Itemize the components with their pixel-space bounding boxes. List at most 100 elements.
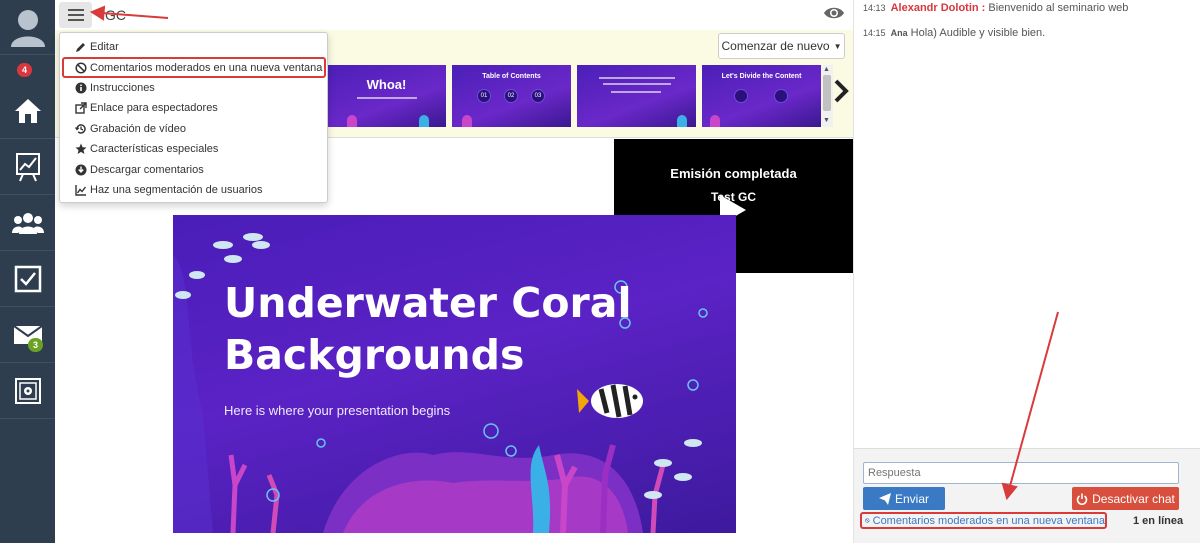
slide-thumbnail[interactable]: Let's Divide the Content [702,65,821,127]
thumb-coral [462,115,472,127]
thumb-title: Table of Contents [482,73,541,80]
thumb-title: Whoa! [366,77,407,92]
thumb-number: 02 [504,89,518,103]
sidebar-item-home[interactable] [0,83,55,139]
checkbox-icon [14,265,41,292]
left-sidebar: 4 3 [0,0,55,543]
hamburger-line [67,19,84,21]
info-icon [75,82,87,94]
menu-toggle-button[interactable] [59,2,92,28]
mail-badge: 3 [28,338,44,352]
menu-item-label: Haz una segmentación de usuarios [90,183,263,196]
disable-chat-button[interactable]: Desactivar chat [1072,487,1179,510]
profile-badge: 4 [17,63,33,77]
menu-item-label: Características especiales [90,143,219,156]
sidebar-item-statistics[interactable] [0,139,55,195]
chat-message-user[interactable]: Alexandr Dolotin : [891,2,986,14]
scroll-down-icon[interactable]: ▼ [823,117,830,124]
disable-chat-label: Desactivar chat [1092,491,1175,506]
slide-title: Underwater Coral Backgrounds [224,277,632,381]
hamburger-icon [67,9,84,11]
scroll-up-icon[interactable]: ▲ [823,66,830,73]
user-avatar-icon [10,10,45,47]
menu-item-label: Editar [90,41,119,54]
thumb-coral [710,115,720,127]
moderated-comments-link[interactable]: Comentarios moderados en una nueva venta… [860,512,1107,529]
menu-item-special-features[interactable]: Características especiales [60,139,327,159]
sidebar-item-users[interactable] [0,195,55,251]
sidebar-item-tasks[interactable] [0,251,55,307]
sidebar-item-settings[interactable] [0,363,55,419]
chat-panel: 14:13 Alexandr Dolotin : Bienvenido al s… [853,0,1200,543]
thumb-number: 01 [477,89,491,103]
pencil-icon [76,43,85,53]
chevron-right-icon[interactable] [833,78,849,104]
menu-item-label: Comentarios moderados en una nueva venta… [90,61,323,74]
slide-title-line: Underwater Coral [224,279,632,327]
eye-icon[interactable] [823,6,845,20]
webinar-title: GC [105,7,126,23]
menu-item-download-comments[interactable]: Descargar comentarios [60,159,327,179]
slide-thumbnail[interactable]: Table of Contents 01 02 03 [452,65,571,127]
chat-message: 14:15 Ana Hola) Audible y visible bien. [863,27,1045,39]
menu-item-label: Instrucciones [90,81,155,94]
chat-message-user[interactable]: Ana [891,28,908,38]
menu-item-edit[interactable]: Editar [60,37,327,57]
send-button-label: Enviar [894,491,929,506]
clownfish [577,384,643,418]
chat-message-text: Hola) Audible y visible bien. [910,27,1046,39]
users-icon [11,212,44,234]
reply-input[interactable] [863,462,1179,484]
thumb-coral [419,115,429,127]
scroll-thumb[interactable] [823,75,831,111]
thumb-number: 03 [531,89,545,103]
sidebar-profile[interactable] [0,0,55,55]
restart-button[interactable]: Comenzar de nuevo ▼ [718,33,845,59]
slide-thumbnail[interactable] [577,65,696,127]
presentation-slide: Underwater Coral Backgrounds Here is whe… [173,215,736,533]
paper-plane-icon [878,492,891,505]
thumb-text-line [599,77,675,79]
external-link-icon [75,102,87,115]
chart-board-icon [15,152,40,181]
chart-icon [75,184,87,196]
history-icon [75,123,86,134]
slide-thumbnail[interactable]: Whoa! [327,65,446,127]
menu-item-user-segmentation[interactable]: Haz una segmentación de usuarios [60,180,327,200]
chat-message-time: 14:15 [863,28,886,38]
menu-item-viewer-link[interactable]: Enlace para espectadores [60,98,327,118]
menu-item-label: Grabación de vídeo [90,122,187,135]
menu-item-video-recording[interactable]: Grabación de vídeo [60,119,327,139]
menu-item-moderated-comments[interactable]: Comentarios moderados en una nueva venta… [62,57,326,78]
menu-item-label: Descargar comentarios [90,163,204,176]
hamburger-line [67,14,84,16]
star-icon [75,143,87,155]
slide-thumbnails: Whoa! Table of Contents 01 02 03 Let's D… [327,65,821,127]
menu-item-label: Enlace para espectadores [90,102,218,115]
online-count: 1 en línea [1133,515,1184,527]
download-icon [75,164,87,176]
thumb-coral [347,115,357,127]
send-button[interactable]: Enviar [863,487,945,510]
thumb-dot [734,89,748,103]
thumb-title: Let's Divide the Content [721,73,802,80]
chat-message-text: Bienvenido al seminario web [988,2,1129,14]
slide-title-line: Backgrounds [224,331,525,379]
chat-message: 14:13 Alexandr Dolotin : Bienvenido al s… [863,2,1128,14]
thumb-coral [677,115,687,127]
restart-button-label: Comenzar de nuevo [721,39,830,53]
video-status: Emisión completada [670,166,797,181]
thumbs-scrollbar[interactable]: ▲ ▼ [821,65,833,127]
sidebar-item-mail[interactable] [0,307,55,363]
home-icon [14,98,41,123]
ban-icon [75,62,87,74]
caret-down-icon: ▼ [833,41,842,51]
slide-subtitle: Here is where your presentation begins [224,403,451,418]
main-dropdown-menu: Editar Comentarios moderados en una nuev… [59,32,328,203]
top-bar: GC [55,0,853,30]
menu-item-instructions[interactable]: Instrucciones [60,78,327,98]
ban-icon [865,518,870,523]
thumb-dot [774,89,788,103]
thumb-text-line [357,97,417,99]
power-icon [1076,493,1088,505]
